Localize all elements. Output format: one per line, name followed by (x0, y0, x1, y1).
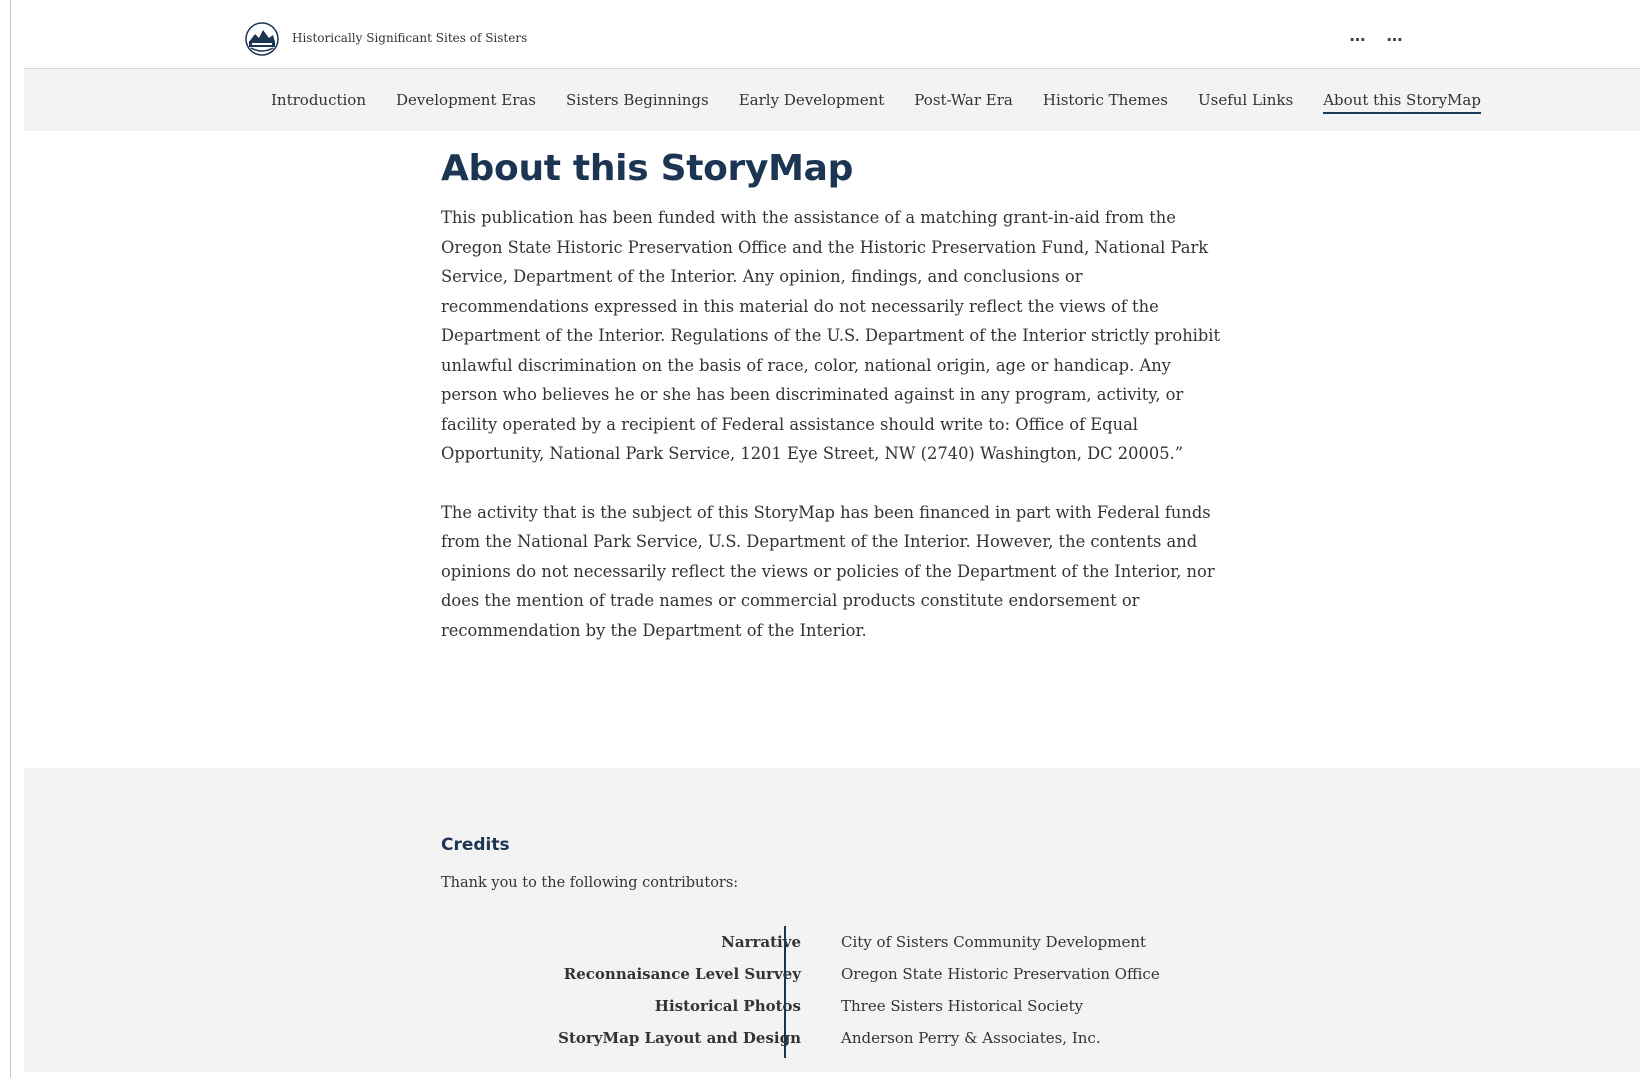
nav-item-sisters-beginnings[interactable]: Sisters Beginnings (551, 69, 724, 131)
credit-contributor: Oregon State Historic Preservation Offic… (841, 965, 1160, 983)
credit-role: Narrative (721, 933, 801, 951)
credit-contributor: City of Sisters Community Development (841, 933, 1147, 951)
credit-role: Historical Photos (654, 997, 801, 1015)
window-edge-divider (10, 0, 11, 1078)
storymap-header: Historically Significant Sites of Sister… (24, 0, 1640, 69)
credit-row: Reconnaisance Level Survey Oregon State … (441, 958, 1201, 990)
credit-contributor: Anderson Perry & Associates, Inc. (841, 1029, 1101, 1047)
credit-row: StoryMap Layout and Design Anderson Perr… (441, 1022, 1201, 1054)
overflow-menu-icon[interactable]: … (1383, 24, 1407, 48)
storymap-page: Historically Significant Sites of Sister… (0, 0, 1646, 1078)
credit-role: Reconnaisance Level Survey (563, 965, 801, 983)
page-title: About this StoryMap (441, 148, 854, 189)
credits-title: Credits (441, 835, 510, 855)
nav-item-introduction[interactable]: Introduction (256, 69, 381, 131)
nav-item-about-this-storymap[interactable]: About this StoryMap (1308, 69, 1496, 131)
more-options-icon[interactable]: … (1346, 24, 1370, 48)
credits-section: Credits Thank you to the following contr… (24, 768, 1640, 1072)
credit-row: Historical Photos Three Sisters Historic… (441, 990, 1201, 1022)
credits-table: Narrative City of Sisters Community Deve… (441, 926, 1201, 1054)
nav-item-post-war-era[interactable]: Post-War Era (899, 69, 1028, 131)
nav-item-development-eras[interactable]: Development Eras (381, 69, 551, 131)
section-navigation: Introduction Development Eras Sisters Be… (24, 69, 1640, 131)
credit-role: StoryMap Layout and Design (558, 1029, 801, 1047)
nav-item-historic-themes[interactable]: Historic Themes (1028, 69, 1183, 131)
nav-item-early-development[interactable]: Early Development (724, 69, 900, 131)
funding-disclaimer-paragraph: This publication has been funded with th… (441, 208, 1221, 463)
main-content: About this StoryMap This publication has… (441, 140, 1221, 674)
site-title[interactable]: Historically Significant Sites of Sister… (292, 31, 527, 45)
nav-item-useful-links[interactable]: Useful Links (1183, 69, 1308, 131)
nav-items: Introduction Development Eras Sisters Be… (256, 69, 1496, 131)
federal-funds-paragraph: The activity that is the subject of this… (441, 502, 1215, 640)
credit-row: Narrative City of Sisters Community Deve… (441, 926, 1201, 958)
credits-intro: Thank you to the following contributors: (441, 875, 739, 891)
credits-divider (784, 926, 786, 1058)
credit-contributor: Three Sisters Historical Society (841, 997, 1084, 1015)
sisters-city-seal-icon[interactable] (245, 22, 279, 56)
